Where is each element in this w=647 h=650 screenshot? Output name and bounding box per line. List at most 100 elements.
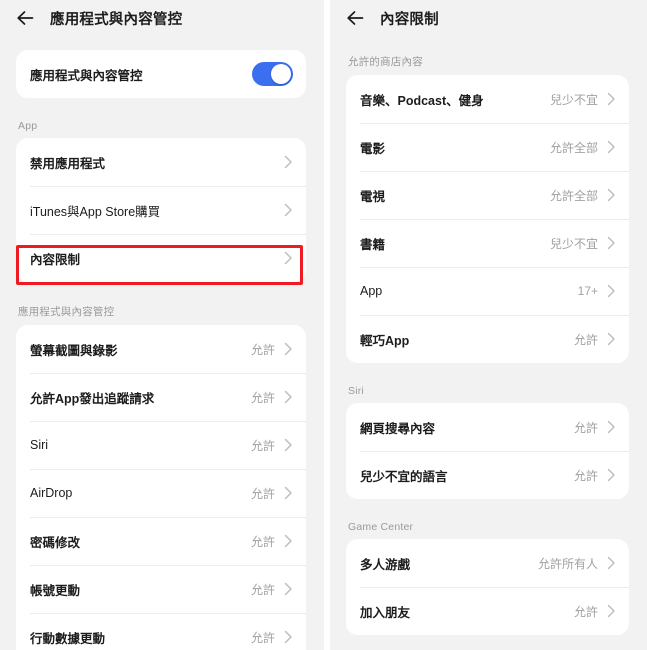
chevron-right-icon bbox=[284, 534, 293, 548]
row-value: 允許 bbox=[250, 582, 275, 597]
row-value: 允許所有人 bbox=[537, 556, 598, 571]
row-label: 電影 bbox=[360, 141, 386, 156]
row-siri[interactable]: Siri 允許 bbox=[16, 421, 306, 469]
row-label: 應用程式與內容管控 bbox=[30, 68, 143, 83]
row-value: 允許 bbox=[250, 534, 275, 549]
row-value: 允許 bbox=[250, 342, 275, 357]
row-value: 允許 bbox=[250, 486, 275, 501]
row-label: 加入朋友 bbox=[360, 605, 411, 620]
row-airdrop[interactable]: AirDrop 允許 bbox=[16, 469, 306, 517]
row-value: 允許 bbox=[250, 390, 275, 405]
row-adding-friends[interactable]: 加入朋友 允許 bbox=[346, 587, 629, 635]
row-itunes-appstore-purchases[interactable]: iTunes與App Store購買 bbox=[16, 186, 306, 234]
chevron-right-icon bbox=[607, 236, 616, 250]
row-label: 網頁搜尋內容 bbox=[360, 421, 436, 436]
row-label: 螢幕截圖與錄影 bbox=[30, 343, 118, 358]
row-value: 允許 bbox=[573, 604, 598, 619]
row-value: 兒少不宜 bbox=[549, 92, 598, 107]
row-label: iTunes與App Store購買 bbox=[30, 204, 161, 219]
row-movies[interactable]: 電影 允許全部 bbox=[346, 123, 629, 171]
row-music-podcasts-fitness[interactable]: 音樂、Podcast、健身 兒少不宜 bbox=[346, 75, 629, 123]
row-multiplayer-games[interactable]: 多人游戲 允許所有人 bbox=[346, 539, 629, 587]
chevron-right-icon bbox=[284, 342, 293, 356]
row-label: 輕巧App bbox=[360, 333, 410, 348]
row-value: 17+ bbox=[577, 284, 598, 298]
section-header-game-center: Game Center bbox=[348, 521, 414, 533]
left-navbar: 應用程式與內容管控 bbox=[0, 0, 324, 36]
row-allow-app-tracking-requests[interactable]: 允許App發出追蹤請求 允許 bbox=[16, 373, 306, 421]
section-header-allowed-store-content: 允許的商店內容 bbox=[348, 56, 423, 68]
chevron-right-icon bbox=[607, 332, 616, 346]
row-value: 允許 bbox=[250, 630, 275, 645]
screen-time-dual-panel-screenshot: 應用程式與內容管控 應用程式與內容管控 App 禁用應用程式 iTunes與Ap… bbox=[0, 0, 647, 650]
left-panel-app-content-restrictions: 應用程式與內容管控 應用程式與內容管控 App 禁用應用程式 iTunes與Ap… bbox=[0, 0, 324, 650]
row-label: 密碼修改 bbox=[30, 535, 81, 550]
section-header-app: App bbox=[18, 120, 38, 132]
right-page-title: 內容限制 bbox=[380, 11, 439, 28]
row-value: 允許全部 bbox=[549, 140, 598, 155]
row-label: 帳號更動 bbox=[30, 583, 81, 598]
chevron-right-icon bbox=[607, 92, 616, 106]
row-content-restrictions[interactable]: 內容限制 bbox=[16, 234, 306, 282]
row-label: App bbox=[360, 284, 383, 298]
row-value: 允許全部 bbox=[549, 188, 598, 203]
chevron-right-icon bbox=[284, 390, 293, 404]
left-page-title: 應用程式與內容管控 bbox=[50, 11, 183, 28]
back-arrow-icon[interactable] bbox=[344, 7, 366, 29]
chevron-right-icon bbox=[284, 582, 293, 596]
chevron-right-icon bbox=[284, 155, 293, 169]
row-label: 書籍 bbox=[360, 237, 386, 252]
row-value: 允許 bbox=[573, 332, 598, 347]
right-panel-content-restrictions: 內容限制 允許的商店內容 音樂、Podcast、健身 兒少不宜 電影 允許全部 bbox=[330, 0, 647, 650]
row-app-clips[interactable]: 輕巧App 允許 bbox=[346, 315, 629, 363]
chevron-right-icon bbox=[607, 420, 616, 434]
row-cellular-data-changes[interactable]: 行動數據更動 允許 bbox=[16, 613, 306, 650]
row-apps[interactable]: App 17+ bbox=[346, 267, 629, 315]
chevron-right-icon bbox=[607, 468, 616, 482]
chevron-right-icon bbox=[284, 630, 293, 644]
row-label: Siri bbox=[30, 438, 49, 452]
back-arrow-icon[interactable] bbox=[14, 7, 36, 29]
card-restrictions-section: 螢幕截圖與錄影 允許 允許App發出追蹤請求 允許 Siri 允許 AirDro… bbox=[16, 325, 306, 650]
row-value: 允許 bbox=[250, 438, 275, 453]
card-game-center: 多人游戲 允許所有人 加入朋友 允許 bbox=[346, 539, 629, 635]
chevron-right-icon bbox=[284, 438, 293, 452]
row-label: AirDrop bbox=[30, 486, 73, 500]
row-label: 音樂、Podcast、健身 bbox=[360, 93, 484, 108]
row-app-content-restrictions-master[interactable]: 應用程式與內容管控 bbox=[16, 50, 306, 98]
row-label: 內容限制 bbox=[30, 252, 81, 267]
row-screenshot-recording[interactable]: 螢幕截圖與錄影 允許 bbox=[16, 325, 306, 373]
section-header-app-content-restrictions: 應用程式與內容管控 bbox=[18, 306, 115, 318]
row-label: 禁用應用程式 bbox=[30, 156, 106, 171]
row-label: 電視 bbox=[360, 189, 386, 204]
row-explicit-language[interactable]: 兒少不宜的語言 允許 bbox=[346, 451, 629, 499]
chevron-right-icon bbox=[284, 251, 293, 265]
chevron-right-icon bbox=[607, 284, 616, 298]
chevron-right-icon bbox=[607, 140, 616, 154]
row-label: 行動數據更動 bbox=[30, 631, 106, 646]
row-value: 允許 bbox=[573, 420, 598, 435]
toggle-switch-icon[interactable] bbox=[252, 62, 293, 86]
row-account-changes[interactable]: 帳號更動 允許 bbox=[16, 565, 306, 613]
row-label: 兒少不宜的語言 bbox=[360, 469, 448, 484]
row-value: 兒少不宜 bbox=[549, 236, 598, 251]
right-navbar: 內容限制 bbox=[330, 0, 647, 36]
card-app-section: 禁用應用程式 iTunes與App Store購買 內容限制 bbox=[16, 138, 306, 282]
row-label: 多人游戲 bbox=[360, 557, 411, 572]
section-header-siri: Siri bbox=[348, 385, 364, 397]
card-siri: 網頁搜尋內容 允許 兒少不宜的語言 允許 bbox=[346, 403, 629, 499]
chevron-right-icon bbox=[607, 604, 616, 618]
chevron-right-icon bbox=[607, 188, 616, 202]
row-label: 允許App發出追蹤請求 bbox=[30, 391, 155, 406]
chevron-right-icon bbox=[284, 486, 293, 500]
row-passcode-changes[interactable]: 密碼修改 允許 bbox=[16, 517, 306, 565]
row-tv-shows[interactable]: 電視 允許全部 bbox=[346, 171, 629, 219]
row-value: 允許 bbox=[573, 468, 598, 483]
row-disable-apps[interactable]: 禁用應用程式 bbox=[16, 138, 306, 186]
chevron-right-icon bbox=[607, 556, 616, 570]
toggle-knob bbox=[271, 64, 291, 84]
row-books[interactable]: 書籍 兒少不宜 bbox=[346, 219, 629, 267]
chevron-right-icon bbox=[284, 203, 293, 217]
row-web-search-content[interactable]: 網頁搜尋內容 允許 bbox=[346, 403, 629, 451]
master-toggle-card: 應用程式與內容管控 bbox=[16, 50, 306, 98]
